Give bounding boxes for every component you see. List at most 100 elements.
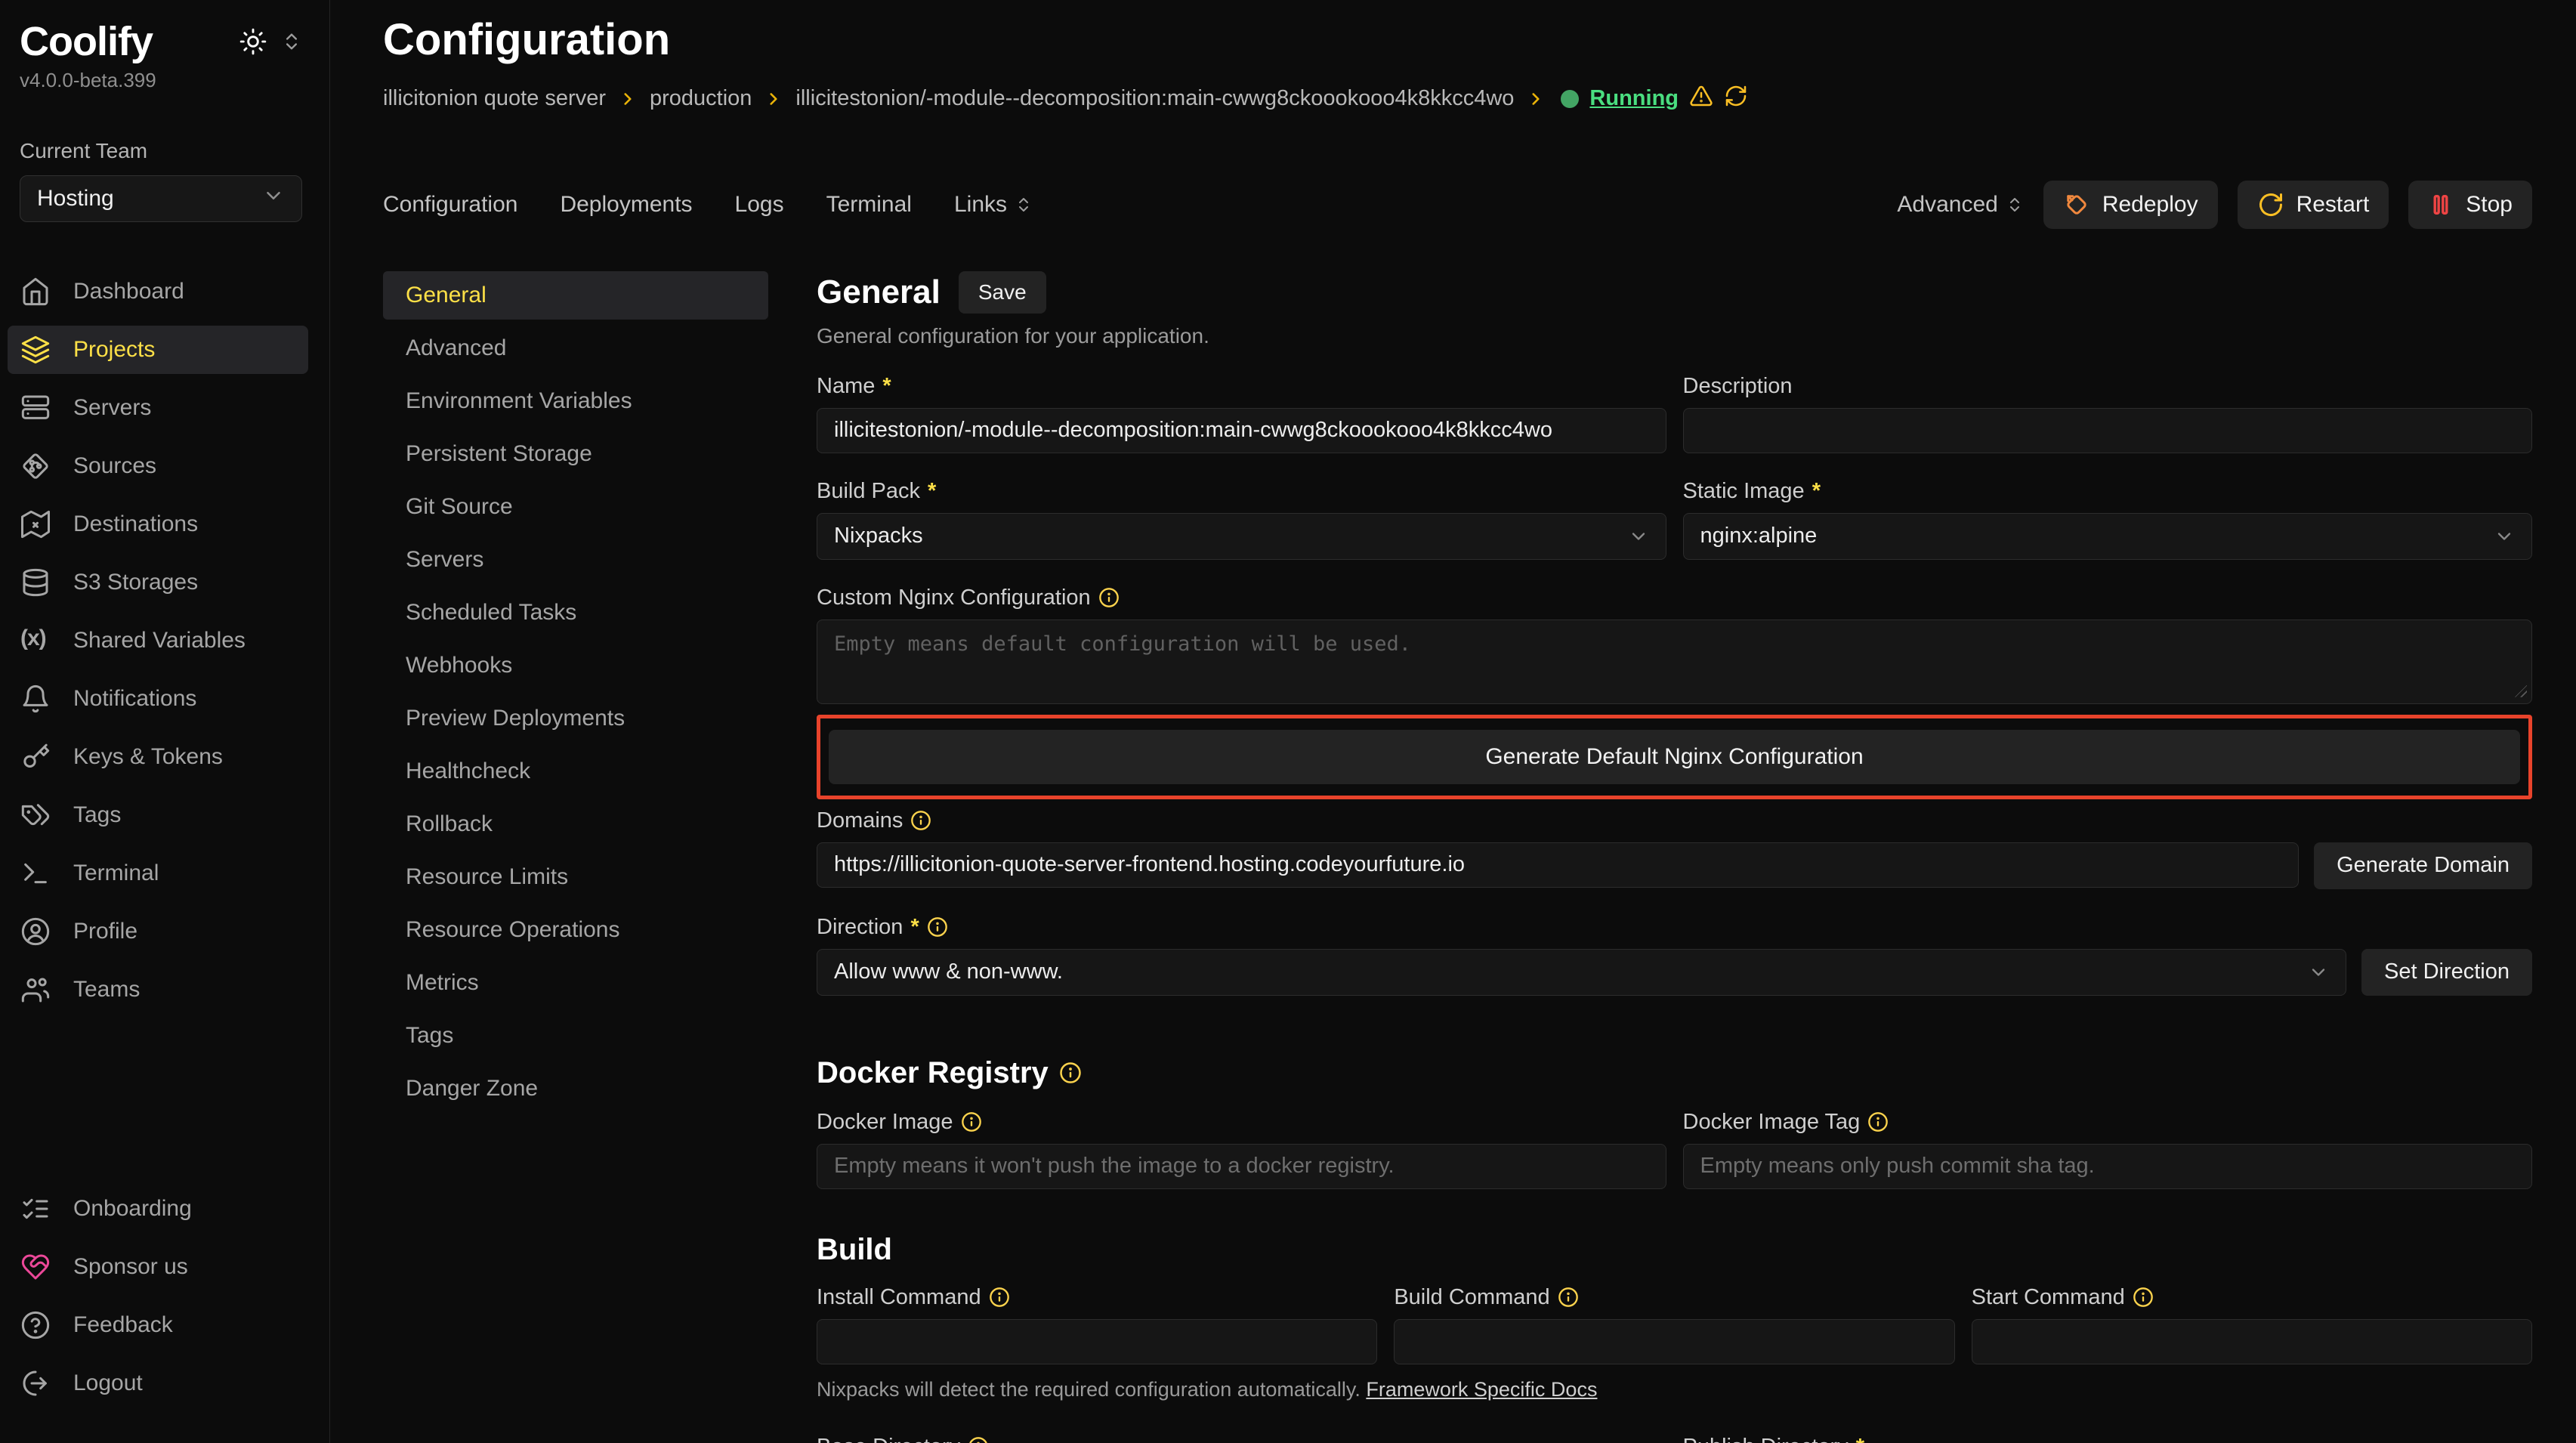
tab-bar: Configuration Deployments Logs Terminal … [383,192,1033,218]
chevrons-up-down-icon[interactable] [281,31,302,52]
topbar: Configuration Deployments Logs Terminal … [383,181,2532,229]
restart-button[interactable]: Restart [2238,181,2389,229]
section-nav-webhooks[interactable]: Webhooks [383,641,768,690]
stop-label: Stop [2466,192,2513,218]
static-image-label: Static Image [1683,479,1805,504]
info-icon[interactable] [1558,1287,1579,1308]
install-command-input[interactable] [817,1319,1377,1364]
required-mark: * [882,374,891,399]
info-icon[interactable] [968,1436,989,1443]
sidebar-item-sponsor-us[interactable]: Sponsor us [8,1243,308,1291]
breadcrumb: illicitonion quote server production ill… [383,84,2532,114]
docker-image-input[interactable] [817,1144,1666,1189]
docker-registry-heading: Docker Registry [817,1056,1049,1090]
sidebar-item-sources[interactable]: Sources [8,442,308,490]
team-select-value: Hosting [37,186,114,212]
generate-nginx-config-button[interactable]: Generate Default Nginx Configuration [829,730,2520,784]
info-icon[interactable] [1867,1111,1889,1132]
advanced-dropdown[interactable]: Advanced [1897,192,2023,218]
info-icon[interactable] [1098,587,1120,608]
sidebar-item-label: Sources [73,453,156,479]
sidebar-item-logout[interactable]: Logout [8,1359,308,1407]
description-input[interactable] [1683,408,2533,453]
section-nav-tags[interactable]: Tags [383,1012,768,1060]
static-image-select[interactable]: nginx:alpine [1683,513,2533,560]
info-icon[interactable] [927,916,948,938]
sidebar-item-label: Logout [73,1370,143,1396]
sidebar-item-projects[interactable]: Projects [8,326,308,374]
sidebar: Coolify v4.0.0-beta.399 Current Team Hos… [0,0,330,1443]
app-root: Coolify v4.0.0-beta.399 Current Team Hos… [0,0,2576,1443]
sidebar-nav: Dashboard Projects Servers Sources Desti… [8,267,308,1024]
section-nav-scheduled-tasks[interactable]: Scheduled Tasks [383,589,768,637]
section-nav-danger-zone[interactable]: Danger Zone [383,1064,768,1113]
section-nav-general[interactable]: General [383,271,768,320]
base-directory-label: Base Directory [817,1435,960,1443]
section-nav-metrics[interactable]: Metrics [383,959,768,1007]
start-command-input[interactable] [1972,1319,2532,1364]
sidebar-item-feedback[interactable]: Feedback [8,1301,308,1349]
warning-triangle-icon[interactable] [1689,84,1713,114]
info-icon[interactable] [1059,1061,1082,1084]
section-nav-advanced[interactable]: Advanced [383,324,768,372]
sidebar-item-dashboard[interactable]: Dashboard [8,267,308,316]
tab-deployments[interactable]: Deployments [560,192,692,218]
team-select[interactable]: Hosting [20,175,302,222]
refresh-icon[interactable] [1724,84,1748,114]
breadcrumb-environment[interactable]: production [650,86,752,111]
section-nav-persistent-storage[interactable]: Persistent Storage [383,430,768,478]
sidebar-item-tags[interactable]: Tags [8,791,308,839]
static-image-value: nginx:alpine [1700,524,1818,548]
sidebar-item-teams[interactable]: Teams [8,966,308,1014]
build-command-input[interactable] [1394,1319,1954,1364]
section-nav-preview-deployments[interactable]: Preview Deployments [383,694,768,743]
sidebar-item-keys-tokens[interactable]: Keys & Tokens [8,733,308,781]
info-icon[interactable] [910,810,931,831]
breadcrumb-project[interactable]: illicitonion quote server [383,86,606,111]
theme-sun-icon[interactable] [239,27,267,56]
app-logo: Coolify [20,20,153,64]
info-icon[interactable] [961,1111,982,1132]
info-icon[interactable] [989,1287,1010,1308]
set-direction-button[interactable]: Set Direction [2361,949,2532,996]
sidebar-footer-nav: Onboarding Sponsor us Feedback Logout [8,1185,308,1417]
tags-icon [20,800,51,830]
name-input[interactable] [817,408,1666,453]
save-button[interactable]: Save [959,271,1046,314]
domains-input[interactable] [817,842,2299,888]
docker-image-tag-input[interactable] [1683,1144,2533,1189]
section-nav-resource-operations[interactable]: Resource Operations [383,906,768,954]
sidebar-item-profile[interactable]: Profile [8,907,308,956]
build-pack-select[interactable]: Nixpacks [817,513,1666,560]
sidebar-item-s3-storages[interactable]: S3 Storages [8,558,308,607]
section-nav-git-source[interactable]: Git Source [383,483,768,531]
sidebar-item-destinations[interactable]: Destinations [8,500,308,548]
breadcrumb-application[interactable]: illicitestonion/-module--decomposition:m… [795,86,1514,111]
sidebar-item-label: Feedback [73,1312,173,1338]
direction-select[interactable]: Allow www & non-www. [817,949,2346,996]
docker-image-tag-label: Docker Image Tag [1683,1110,1861,1135]
sidebar-item-terminal[interactable]: Terminal [8,849,308,898]
framework-docs-link[interactable]: Framework Specific Docs [1366,1378,1597,1401]
section-nav-environment-variables[interactable]: Environment Variables [383,377,768,425]
action-bar: Advanced Redeploy Restart Stop [1897,181,2532,229]
section-nav-resource-limits[interactable]: Resource Limits [383,853,768,901]
required-mark: * [910,915,919,940]
stop-button[interactable]: Stop [2408,181,2532,229]
sidebar-item-servers[interactable]: Servers [8,384,308,432]
sidebar-item-notifications[interactable]: Notifications [8,675,308,723]
tab-links[interactable]: Links [954,192,1033,218]
tab-terminal[interactable]: Terminal [826,192,912,218]
sidebar-item-onboarding[interactable]: Onboarding [8,1185,308,1233]
redeploy-button[interactable]: Redeploy [2043,181,2218,229]
status-running-link[interactable]: Running [1589,86,1679,111]
info-icon[interactable] [2133,1287,2154,1308]
section-nav-healthcheck[interactable]: Healthcheck [383,747,768,796]
generate-domain-button[interactable]: Generate Domain [2314,842,2532,889]
tab-logs[interactable]: Logs [735,192,784,218]
sidebar-item-shared-variables[interactable]: (x) Shared Variables [8,616,308,665]
tab-configuration[interactable]: Configuration [383,192,517,218]
section-nav-servers[interactable]: Servers [383,536,768,584]
custom-nginx-textarea[interactable] [817,620,2532,704]
section-nav-rollback[interactable]: Rollback [383,800,768,848]
